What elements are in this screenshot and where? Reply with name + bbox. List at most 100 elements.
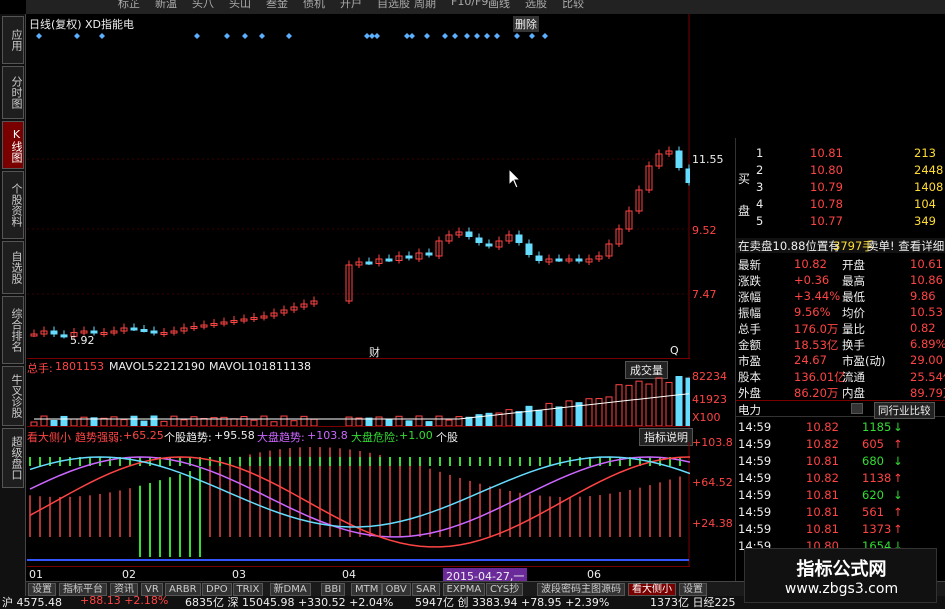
industry-header: 电力 同行业比较 [736, 400, 945, 419]
quote-row: 金额 18.53亿 换手 6.89% [736, 337, 945, 352]
candle [465, 227, 473, 240]
mavol10-label: MAVOL10: [209, 360, 266, 373]
watermark: 指标公式网 www.zbgs3.com [744, 548, 937, 603]
volume-bar [595, 398, 603, 427]
indicator-tab-9[interactable]: MTM [351, 583, 383, 596]
info-detail-link[interactable]: 卖单! 查看详细 [867, 238, 944, 254]
indicator-header: 看大侧小 趋势强弱: +65.25 个股趋势: +95.58 大盘趋势: +10… [27, 426, 693, 446]
month-label: 02 [122, 568, 136, 581]
arrow-down-icon: ↓ [893, 420, 903, 434]
tick-volume: 620 [862, 488, 884, 502]
indicator-tab-16[interactable]: 设置 [679, 583, 707, 596]
quote-label: 涨跌 [738, 274, 761, 288]
ticker-cy: 5947亿 创 3383.94 +78.95 +2.39% [415, 596, 610, 609]
volume-bar [645, 383, 653, 427]
month-label: 06 [587, 568, 601, 581]
candle [355, 257, 363, 268]
side-tab-4[interactable]: 自选股 [2, 241, 24, 294]
side-tab-3[interactable]: 个股资料 [2, 171, 24, 239]
quote-value: 10.82 [794, 257, 827, 271]
tick-time: 14:59 [738, 471, 772, 485]
indicator-tab-2[interactable]: 资讯 [110, 583, 138, 596]
signal-marker [74, 33, 80, 39]
candle [525, 239, 533, 258]
indicator-tab-3[interactable]: VR [141, 583, 163, 596]
indicator-tab-7[interactable]: 新DMA [269, 583, 311, 596]
quote-label: 外盘 [738, 386, 761, 400]
level: 4 [756, 197, 764, 211]
quote-value: 10.61 [910, 257, 943, 271]
quote-label: 流通 [842, 370, 865, 384]
volume-bar [40, 415, 48, 427]
quote-label: 内盘 [842, 386, 865, 400]
quote-row: 股本 136.01亿流通 25.54亿 [736, 369, 945, 384]
indicator-tab-14[interactable]: 波段密码主图源码 [537, 583, 625, 596]
candle [365, 257, 373, 265]
orderbook-info-bar[interactable]: 在卖盘10.88位置有 3797手 卖单! 查看详细 [736, 238, 945, 253]
side-tab-7[interactable]: 超级盘口 [2, 428, 24, 488]
volume-bar [130, 415, 138, 427]
month-label: 04 [342, 568, 356, 581]
orderbook-row[interactable]: 3 10.79 1408 [736, 180, 945, 195]
indicator-tab-6[interactable]: TRIX [232, 583, 264, 596]
dropdown-icon[interactable] [851, 403, 863, 414]
orderbook-row[interactable]: 1 10.81 213 [736, 146, 945, 161]
side-tab-2[interactable]: K线图 [2, 121, 24, 169]
side-tab-6[interactable]: 牛叉诊股 [2, 366, 24, 426]
date-axis: 01 02 03 04 06 2015-04-27,一 [27, 566, 690, 584]
side-tab-5[interactable]: 综合排名 [2, 296, 24, 364]
candle [485, 239, 493, 249]
indicator-tab-5[interactable]: DPO [202, 583, 232, 596]
industry-compare-button[interactable]: 同行业比较 [874, 402, 935, 419]
menu-item: 比较 [562, 0, 584, 10]
quote-label: 市盈 [738, 354, 761, 368]
quote-label: 市盈(动) [842, 354, 886, 368]
candle [545, 254, 553, 265]
quote-row: 涨跌 +0.36 最高 10.86 [736, 273, 945, 288]
ticker-sh: 沪 4575.48 [2, 596, 62, 609]
quote-value: 25.54亿 [910, 370, 945, 384]
indicator-tab-4[interactable]: ARBR [165, 583, 201, 596]
candle [415, 248, 423, 262]
side-tab-1[interactable]: 分时图 [2, 66, 24, 119]
tick-row: 14:59 10.82 605 ↑ [736, 437, 945, 452]
indicator-tab-1[interactable]: 指标平台 [59, 583, 107, 596]
candle [405, 251, 413, 261]
mavol5-label: MAVOL5: [109, 360, 159, 373]
indicator-tab-8[interactable]: BBI [320, 583, 346, 596]
candle [385, 254, 393, 262]
tick-price: 10.81 [806, 505, 839, 519]
quote-value: 176.0万 [794, 322, 839, 336]
indicator-tab-13[interactable]: CYS抄 [486, 583, 524, 596]
volume-bar [665, 381, 673, 427]
indicator-tab-10[interactable]: OBV [381, 583, 411, 596]
month-label: 01 [29, 568, 43, 581]
ind-t4-value: +1.00 [399, 429, 433, 442]
quote-label: 最低 [842, 290, 865, 304]
orderbook-row[interactable]: 2 10.80 2448 [736, 163, 945, 178]
quote-label: 开盘 [842, 258, 865, 272]
orderbook-row[interactable]: 4 10.78 104 [736, 197, 945, 212]
candle [495, 236, 503, 250]
tick-time: 14:59 [738, 505, 772, 519]
orderbook-row[interactable]: 5 10.77 349 [736, 214, 945, 229]
signal-marker [424, 33, 430, 39]
ind-t1-value: +65.25 [123, 429, 164, 442]
candle [100, 328, 108, 337]
volume-bar [190, 416, 198, 427]
volume-bar [685, 377, 690, 427]
menu-item: 标芷 [118, 0, 140, 10]
mavol5-value: 2212190 [156, 360, 205, 373]
indicator-tab-11[interactable]: SAR [412, 583, 441, 596]
side-tab-0[interactable]: 应用 [2, 16, 24, 64]
signal-marker [409, 33, 415, 39]
menu-item: 周期 [414, 0, 436, 10]
indicator-tab-12[interactable]: EXPMA [442, 583, 486, 596]
signal-marker [494, 33, 500, 39]
indicator-tab-0[interactable]: 设置 [28, 583, 56, 596]
indicator-tab-15[interactable]: 看大侧小 [628, 583, 676, 596]
quote-value: 89.79万 [910, 386, 945, 400]
tick-row: 14:59 10.81 680 ↓ [736, 454, 945, 469]
signal-marker [99, 33, 105, 39]
q-marker[interactable]: Q [670, 344, 679, 357]
